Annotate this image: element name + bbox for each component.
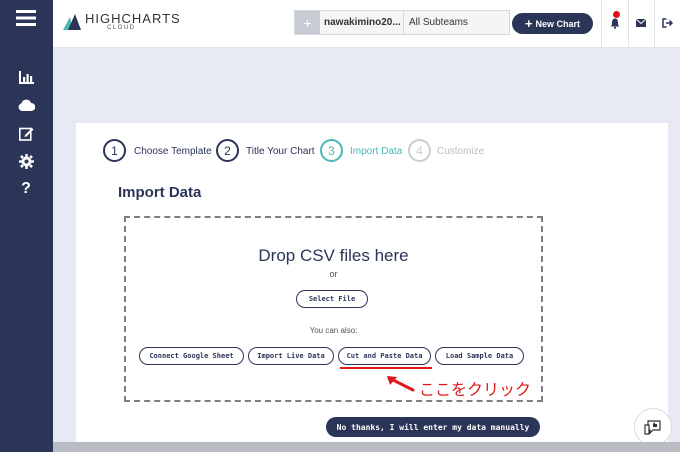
- divider: [654, 0, 655, 47]
- divider: [628, 0, 629, 47]
- team-selector: + nawakimino20... All Subteams: [294, 10, 510, 35]
- bell-icon[interactable]: [608, 16, 622, 30]
- annotation-underline: [340, 367, 432, 369]
- page-title: Import Data: [118, 184, 202, 201]
- divider: [601, 0, 602, 47]
- edit-icon[interactable]: [15, 122, 37, 144]
- step-2-label[interactable]: Title Your Chart: [246, 146, 315, 157]
- gear-icon[interactable]: [15, 150, 37, 172]
- drop-title: Drop CSV files here: [258, 246, 409, 265]
- cloud-icon[interactable]: [15, 94, 37, 116]
- sidebar: ?: [0, 0, 53, 452]
- connect-google-sheet-button[interactable]: Connect Google Sheet: [139, 347, 244, 365]
- csv-drop-zone[interactable]: [124, 216, 543, 402]
- load-sample-data-button[interactable]: Load Sample Data: [435, 347, 524, 365]
- new-chart-button[interactable]: + New Chart: [512, 13, 593, 34]
- step-1-circle[interactable]: 1: [103, 139, 126, 162]
- step-1-label[interactable]: Choose Template: [134, 146, 212, 157]
- highcharts-logo[interactable]: HIGHCHARTS CLOUD: [63, 12, 181, 31]
- bottom-scroll-strip: [53, 442, 680, 452]
- highcharts-logo-icon: [63, 13, 81, 30]
- bar-chart-icon[interactable]: [15, 66, 37, 88]
- select-file-button[interactable]: Select File: [296, 290, 368, 308]
- logo-main-text: HIGHCHARTS: [85, 11, 181, 26]
- annotation-arrow-icon: [387, 376, 415, 392]
- step-4-label: Customize: [437, 146, 485, 157]
- team-name-select[interactable]: nawakimino20...: [320, 11, 404, 34]
- feedback-button[interactable]: [634, 408, 672, 446]
- annotation-text: ここをクリック: [419, 382, 532, 399]
- import-live-data-button[interactable]: Import Live Data: [248, 347, 334, 365]
- cut-and-paste-data-button[interactable]: Cut and Paste Data: [338, 347, 431, 365]
- step-4-circle: 4: [408, 139, 431, 162]
- help-icon[interactable]: ?: [15, 178, 37, 200]
- step-3-circle[interactable]: 3: [320, 139, 343, 162]
- also-label: You can also:: [309, 326, 358, 335]
- add-team-button[interactable]: +: [295, 11, 320, 34]
- plus-icon: +: [524, 16, 533, 31]
- new-chart-label: New Chart: [535, 18, 581, 29]
- step-2-circle[interactable]: 2: [216, 139, 239, 162]
- thumbs-up-chat-icon: [644, 420, 661, 435]
- logout-icon[interactable]: [660, 16, 674, 30]
- step-3-label[interactable]: Import Data: [350, 146, 402, 157]
- subteam-select[interactable]: All Subteams: [404, 11, 509, 34]
- hamburger-icon[interactable]: [14, 6, 38, 30]
- drop-or-text: or: [329, 269, 338, 279]
- enter-manually-button[interactable]: No thanks, I will enter my data manually: [326, 417, 540, 437]
- mail-icon[interactable]: [634, 16, 648, 30]
